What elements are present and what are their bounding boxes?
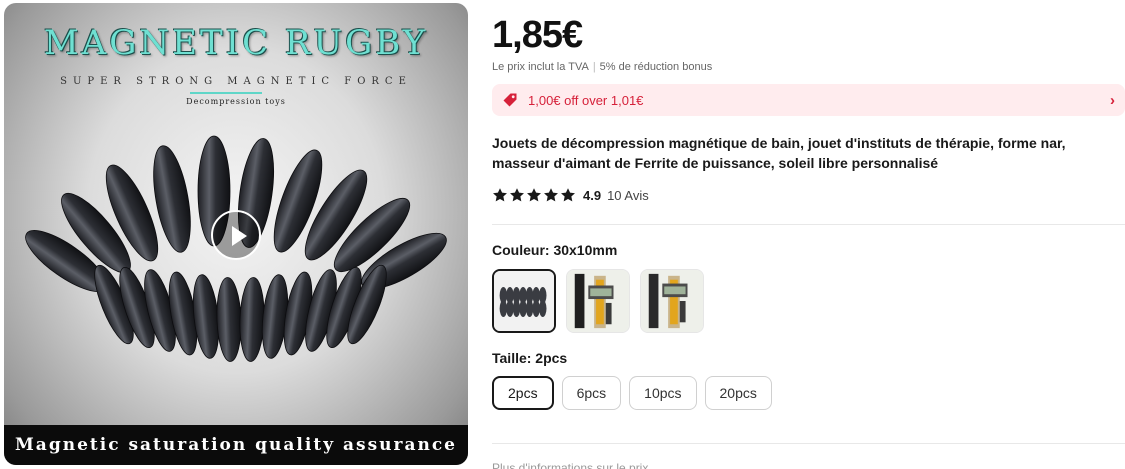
magnets-thumbnail [494, 271, 554, 331]
rating-value: 4.9 [583, 187, 602, 203]
product-image[interactable]: MAGNETIC RUGBY SUPER STRONG MAGNETIC FOR… [4, 3, 468, 465]
separator: | [592, 61, 596, 73]
caliper-thumbnail [641, 270, 703, 332]
product-info-panel: 1,85€ Le prix inclut la TVA | 5% de réduct… [492, 0, 1125, 469]
price: 1,85€ [492, 14, 583, 56]
reviews-link[interactable]: 10 Avis [607, 188, 649, 203]
chevron-right-icon: › [1110, 91, 1115, 109]
star-rating [492, 187, 576, 203]
image-subtitle: SUPER STRONG MAGNETIC FORCE [60, 76, 412, 87]
color-swatches [492, 269, 704, 333]
star-icon [527, 188, 541, 202]
image-accent-line [190, 92, 262, 94]
size-label: Taille: 2pcs [492, 350, 568, 366]
size-option-2pcs[interactable]: 2pcs [492, 376, 554, 410]
star-icon [510, 188, 524, 202]
color-label: Couleur: 30x10mm [492, 242, 618, 258]
divider [492, 443, 1125, 444]
tag-icon [503, 93, 517, 107]
star-icon [544, 188, 558, 202]
size-option-20pcs[interactable]: 20pcs [704, 376, 772, 410]
play-video-button[interactable] [211, 210, 261, 260]
coupon-text: 1,00€ off over 1,01€ [528, 92, 644, 108]
star-icon [493, 188, 507, 202]
color-swatch-caliper-1[interactable] [566, 269, 630, 333]
coupon-banner[interactable]: 1,00€ off over 1,01€ › [492, 84, 1125, 116]
divider [492, 224, 1125, 225]
rating-row[interactable]: 4.9 10 Avis [492, 187, 649, 203]
image-title: MAGNETIC RUGBY [43, 23, 429, 63]
image-subtitle-2: Decompression toys [186, 97, 286, 106]
caliper-thumbnail [567, 270, 629, 332]
magnets-illustration [25, 135, 447, 362]
size-option-10pcs[interactable]: 10pcs [629, 376, 697, 410]
tax-line: Le prix inclut la TVA | 5% de réduction bo… [492, 61, 712, 73]
size-options: 2pcs 6pcs 10pcs 20pcs [492, 376, 772, 410]
color-swatch-magnets[interactable] [492, 269, 556, 333]
size-option-6pcs[interactable]: 6pcs [561, 376, 622, 410]
more-price-info-link[interactable]: Plus d'informations sur le prix [492, 461, 648, 469]
image-bottom-banner: Magnetic saturation quality assurance [4, 425, 468, 465]
color-swatch-caliper-2[interactable] [640, 269, 704, 333]
product-title: Jouets de décompression magnétique de ba… [492, 135, 1066, 171]
star-icon [561, 188, 575, 202]
bonus-note: 5% de réduction bonus [599, 61, 713, 73]
tax-note: Le prix inclut la TVA [492, 61, 589, 73]
